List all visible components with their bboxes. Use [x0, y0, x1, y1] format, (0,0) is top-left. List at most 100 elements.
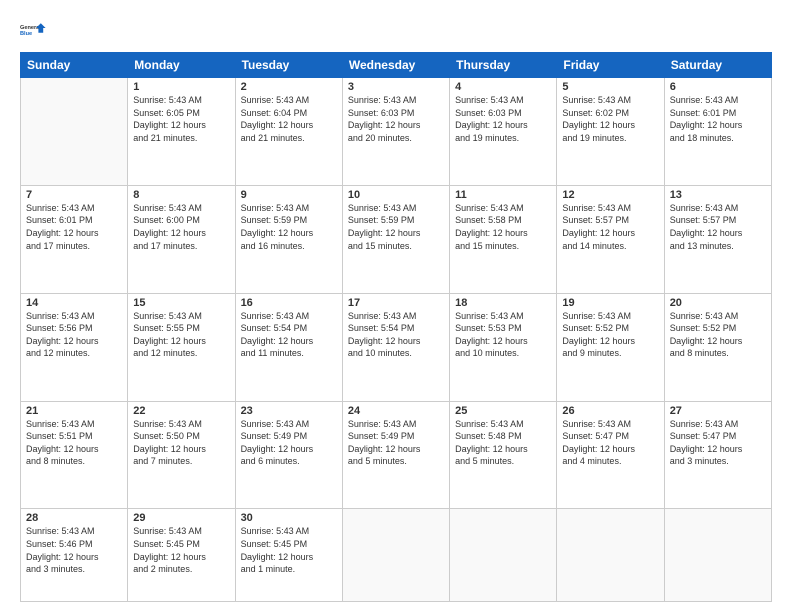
day-info: Sunrise: 5:43 AM Sunset: 5:49 PM Dayligh… — [241, 418, 337, 468]
day-info: Sunrise: 5:43 AM Sunset: 5:51 PM Dayligh… — [26, 418, 122, 468]
day-info: Sunrise: 5:43 AM Sunset: 5:49 PM Dayligh… — [348, 418, 444, 468]
day-info: Sunrise: 5:43 AM Sunset: 5:54 PM Dayligh… — [348, 310, 444, 360]
day-number: 5 — [562, 81, 658, 93]
day-number: 15 — [133, 297, 229, 309]
day-number: 10 — [348, 189, 444, 201]
day-number: 3 — [348, 81, 444, 93]
day-info: Sunrise: 5:43 AM Sunset: 6:03 PM Dayligh… — [348, 94, 444, 144]
day-info: Sunrise: 5:43 AM Sunset: 5:57 PM Dayligh… — [670, 202, 766, 252]
day-info: Sunrise: 5:43 AM Sunset: 6:05 PM Dayligh… — [133, 94, 229, 144]
day-number: 6 — [670, 81, 766, 93]
day-number: 23 — [241, 405, 337, 417]
column-header-sunday: Sunday — [21, 53, 128, 78]
day-info: Sunrise: 5:43 AM Sunset: 5:56 PM Dayligh… — [26, 310, 122, 360]
calendar-week-row: 14Sunrise: 5:43 AM Sunset: 5:56 PM Dayli… — [21, 293, 772, 401]
day-number: 30 — [241, 512, 337, 524]
day-number: 7 — [26, 189, 122, 201]
calendar-cell: 13Sunrise: 5:43 AM Sunset: 5:57 PM Dayli… — [664, 185, 771, 293]
day-number: 25 — [455, 405, 551, 417]
calendar-cell: 30Sunrise: 5:43 AM Sunset: 5:45 PM Dayli… — [235, 509, 342, 602]
day-number: 1 — [133, 81, 229, 93]
calendar-cell: 25Sunrise: 5:43 AM Sunset: 5:48 PM Dayli… — [450, 401, 557, 509]
calendar-week-row: 7Sunrise: 5:43 AM Sunset: 6:01 PM Daylig… — [21, 185, 772, 293]
calendar-cell: 12Sunrise: 5:43 AM Sunset: 5:57 PM Dayli… — [557, 185, 664, 293]
calendar-cell: 26Sunrise: 5:43 AM Sunset: 5:47 PM Dayli… — [557, 401, 664, 509]
logo: GeneralBlue — [20, 16, 48, 44]
day-info: Sunrise: 5:43 AM Sunset: 6:01 PM Dayligh… — [670, 94, 766, 144]
day-number: 27 — [670, 405, 766, 417]
day-number: 17 — [348, 297, 444, 309]
calendar-cell: 4Sunrise: 5:43 AM Sunset: 6:03 PM Daylig… — [450, 78, 557, 186]
day-info: Sunrise: 5:43 AM Sunset: 5:59 PM Dayligh… — [348, 202, 444, 252]
calendar-cell — [450, 509, 557, 602]
calendar-cell: 16Sunrise: 5:43 AM Sunset: 5:54 PM Dayli… — [235, 293, 342, 401]
page-header: GeneralBlue — [20, 16, 772, 44]
day-number: 4 — [455, 81, 551, 93]
day-number: 26 — [562, 405, 658, 417]
calendar-cell: 9Sunrise: 5:43 AM Sunset: 5:59 PM Daylig… — [235, 185, 342, 293]
day-info: Sunrise: 5:43 AM Sunset: 6:04 PM Dayligh… — [241, 94, 337, 144]
calendar-cell: 20Sunrise: 5:43 AM Sunset: 5:52 PM Dayli… — [664, 293, 771, 401]
calendar-cell: 24Sunrise: 5:43 AM Sunset: 5:49 PM Dayli… — [342, 401, 449, 509]
calendar-cell: 21Sunrise: 5:43 AM Sunset: 5:51 PM Dayli… — [21, 401, 128, 509]
day-number: 28 — [26, 512, 122, 524]
day-info: Sunrise: 5:43 AM Sunset: 5:55 PM Dayligh… — [133, 310, 229, 360]
day-number: 12 — [562, 189, 658, 201]
day-number: 2 — [241, 81, 337, 93]
day-number: 9 — [241, 189, 337, 201]
day-info: Sunrise: 5:43 AM Sunset: 5:47 PM Dayligh… — [562, 418, 658, 468]
column-header-saturday: Saturday — [664, 53, 771, 78]
calendar-page: GeneralBlue SundayMondayTuesdayWednesday… — [0, 0, 792, 612]
calendar-cell: 6Sunrise: 5:43 AM Sunset: 6:01 PM Daylig… — [664, 78, 771, 186]
svg-text:Blue: Blue — [20, 31, 32, 37]
day-number: 16 — [241, 297, 337, 309]
day-info: Sunrise: 5:43 AM Sunset: 5:52 PM Dayligh… — [670, 310, 766, 360]
day-number: 13 — [670, 189, 766, 201]
calendar-cell: 22Sunrise: 5:43 AM Sunset: 5:50 PM Dayli… — [128, 401, 235, 509]
calendar-cell: 14Sunrise: 5:43 AM Sunset: 5:56 PM Dayli… — [21, 293, 128, 401]
day-number: 19 — [562, 297, 658, 309]
day-info: Sunrise: 5:43 AM Sunset: 5:53 PM Dayligh… — [455, 310, 551, 360]
day-info: Sunrise: 5:43 AM Sunset: 6:02 PM Dayligh… — [562, 94, 658, 144]
calendar-cell: 15Sunrise: 5:43 AM Sunset: 5:55 PM Dayli… — [128, 293, 235, 401]
day-info: Sunrise: 5:43 AM Sunset: 5:45 PM Dayligh… — [241, 525, 337, 575]
day-info: Sunrise: 5:43 AM Sunset: 5:52 PM Dayligh… — [562, 310, 658, 360]
day-number: 24 — [348, 405, 444, 417]
day-number: 11 — [455, 189, 551, 201]
calendar-cell — [664, 509, 771, 602]
calendar-week-row: 1Sunrise: 5:43 AM Sunset: 6:05 PM Daylig… — [21, 78, 772, 186]
day-info: Sunrise: 5:43 AM Sunset: 6:00 PM Dayligh… — [133, 202, 229, 252]
day-number: 22 — [133, 405, 229, 417]
day-info: Sunrise: 5:43 AM Sunset: 5:47 PM Dayligh… — [670, 418, 766, 468]
day-number: 18 — [455, 297, 551, 309]
day-info: Sunrise: 5:43 AM Sunset: 5:50 PM Dayligh… — [133, 418, 229, 468]
calendar-cell: 17Sunrise: 5:43 AM Sunset: 5:54 PM Dayli… — [342, 293, 449, 401]
column-header-tuesday: Tuesday — [235, 53, 342, 78]
calendar-cell: 18Sunrise: 5:43 AM Sunset: 5:53 PM Dayli… — [450, 293, 557, 401]
day-number: 21 — [26, 405, 122, 417]
calendar-cell: 1Sunrise: 5:43 AM Sunset: 6:05 PM Daylig… — [128, 78, 235, 186]
day-number: 29 — [133, 512, 229, 524]
day-info: Sunrise: 5:43 AM Sunset: 5:58 PM Dayligh… — [455, 202, 551, 252]
calendar-cell: 19Sunrise: 5:43 AM Sunset: 5:52 PM Dayli… — [557, 293, 664, 401]
calendar-cell: 8Sunrise: 5:43 AM Sunset: 6:00 PM Daylig… — [128, 185, 235, 293]
day-info: Sunrise: 5:43 AM Sunset: 5:59 PM Dayligh… — [241, 202, 337, 252]
day-info: Sunrise: 5:43 AM Sunset: 5:48 PM Dayligh… — [455, 418, 551, 468]
column-header-monday: Monday — [128, 53, 235, 78]
calendar-cell: 28Sunrise: 5:43 AM Sunset: 5:46 PM Dayli… — [21, 509, 128, 602]
logo-icon: GeneralBlue — [20, 16, 48, 44]
calendar-week-row: 28Sunrise: 5:43 AM Sunset: 5:46 PM Dayli… — [21, 509, 772, 602]
calendar-cell: 23Sunrise: 5:43 AM Sunset: 5:49 PM Dayli… — [235, 401, 342, 509]
calendar-cell: 27Sunrise: 5:43 AM Sunset: 5:47 PM Dayli… — [664, 401, 771, 509]
calendar-cell: 2Sunrise: 5:43 AM Sunset: 6:04 PM Daylig… — [235, 78, 342, 186]
column-header-thursday: Thursday — [450, 53, 557, 78]
day-number: 8 — [133, 189, 229, 201]
day-info: Sunrise: 5:43 AM Sunset: 6:01 PM Dayligh… — [26, 202, 122, 252]
day-number: 14 — [26, 297, 122, 309]
calendar-cell — [21, 78, 128, 186]
calendar-cell: 11Sunrise: 5:43 AM Sunset: 5:58 PM Dayli… — [450, 185, 557, 293]
day-info: Sunrise: 5:43 AM Sunset: 5:46 PM Dayligh… — [26, 525, 122, 575]
day-info: Sunrise: 5:43 AM Sunset: 5:45 PM Dayligh… — [133, 525, 229, 575]
calendar-cell: 3Sunrise: 5:43 AM Sunset: 6:03 PM Daylig… — [342, 78, 449, 186]
day-info: Sunrise: 5:43 AM Sunset: 5:54 PM Dayligh… — [241, 310, 337, 360]
